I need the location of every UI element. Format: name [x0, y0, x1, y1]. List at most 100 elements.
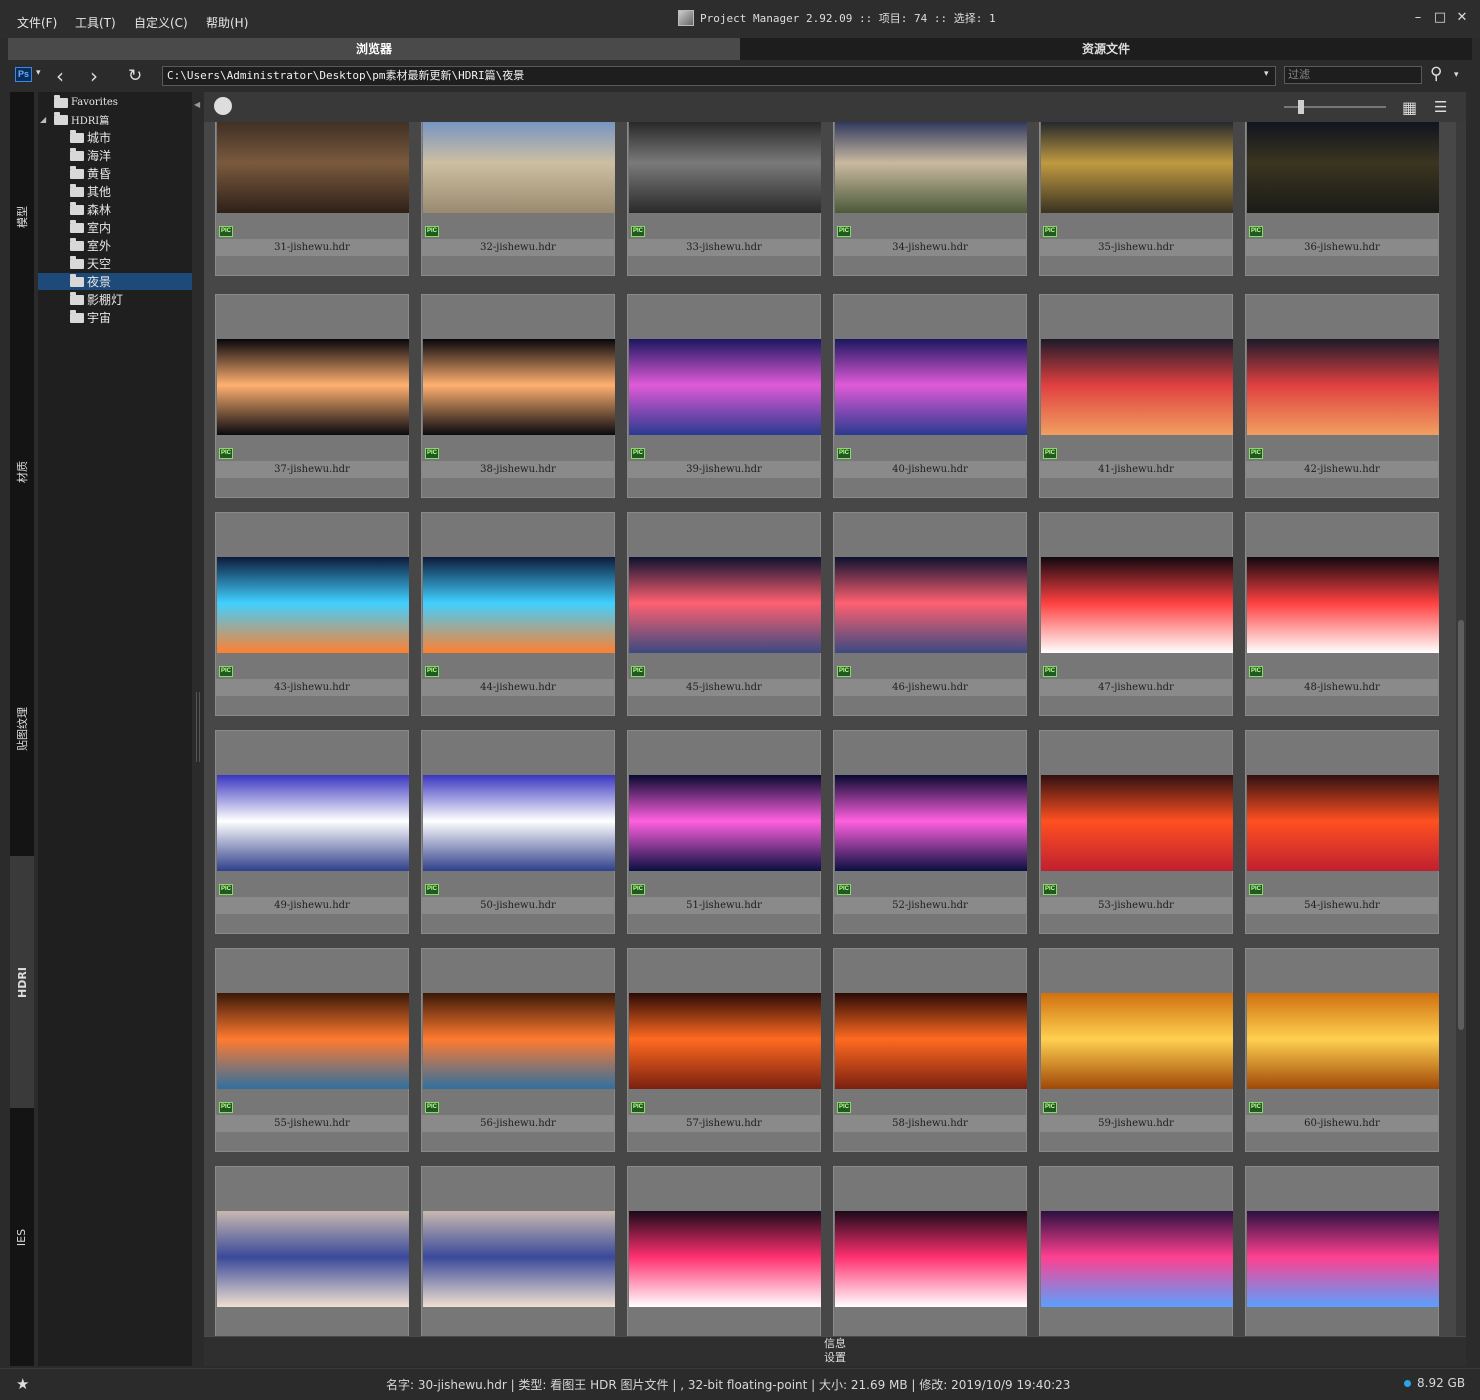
star-icon[interactable]: ★ — [16, 1375, 29, 1393]
thumbnail-card[interactable]: PIC 39-jishewu.hdr — [627, 294, 821, 498]
side-tab-textures[interactable]: 贴图纹理 — [10, 602, 34, 856]
refresh-icon[interactable]: ↻ — [128, 66, 142, 86]
menu-customize[interactable]: 自定义(C) — [134, 14, 188, 31]
thumbnail-card[interactable]: PIC 43-jishewu.hdr — [215, 512, 409, 716]
thumbnail-card[interactable]: PIC 55-jishewu.hdr — [215, 948, 409, 1152]
grid-view-icon[interactable]: ▦ — [1402, 98, 1417, 117]
hdri-thumbnail[interactable] — [423, 339, 615, 435]
thumbnail-card[interactable]: PIC 40-jishewu.hdr — [833, 294, 1027, 498]
hdri-thumbnail[interactable] — [217, 993, 409, 1089]
thumbnail-card[interactable]: PIC 47-jishewu.hdr — [1039, 512, 1233, 716]
scrollbar-thumb[interactable] — [1458, 620, 1464, 1030]
thumbnail-card[interactable]: PIC 59-jishewu.hdr — [1039, 948, 1233, 1152]
thumbnail-card[interactable]: PIC 58-jishewu.hdr — [833, 948, 1027, 1152]
add-item-icon[interactable] — [214, 97, 232, 115]
maximize-icon[interactable]: □ — [1432, 10, 1448, 25]
thumbnail-card[interactable]: PIC 45-jishewu.hdr — [627, 512, 821, 716]
thumbnail-card[interactable]: PIC 33-jishewu.hdr — [627, 122, 821, 276]
tree-folder[interactable]: 城市 — [38, 129, 192, 146]
thumbnail-card[interactable] — [215, 1166, 409, 1336]
path-dropdown-icon[interactable]: ▾ — [1264, 69, 1269, 79]
side-tab-models[interactable]: 模型 — [10, 92, 34, 342]
hdri-thumbnail[interactable] — [1247, 775, 1439, 871]
tree-favorites[interactable]: Favorites — [38, 94, 192, 111]
hdri-thumbnail[interactable] — [629, 775, 821, 871]
grid-scrollbar[interactable] — [1456, 122, 1466, 1336]
side-tab-hdri[interactable]: HDRI — [10, 856, 34, 1108]
thumbnail-card[interactable]: PIC 50-jishewu.hdr — [421, 730, 615, 934]
tree-folder[interactable]: 天空 — [38, 255, 192, 272]
hdri-thumbnail[interactable] — [423, 1211, 615, 1307]
thumbnail-card[interactable]: PIC 38-jishewu.hdr — [421, 294, 615, 498]
hdri-thumbnail[interactable] — [835, 122, 1027, 213]
thumbnail-card[interactable]: PIC 48-jishewu.hdr — [1245, 512, 1439, 716]
search-icon[interactable]: ⚲ — [1430, 64, 1442, 84]
thumbnail-card[interactable]: PIC 32-jishewu.hdr — [421, 122, 615, 276]
thumbnail-card[interactable]: PIC 37-jishewu.hdr — [215, 294, 409, 498]
thumbnail-card[interactable]: PIC 41-jishewu.hdr — [1039, 294, 1233, 498]
thumbnail-card[interactable] — [1039, 1166, 1233, 1336]
thumbnail-card[interactable]: PIC 36-jishewu.hdr — [1245, 122, 1439, 276]
thumbnail-card[interactable]: PIC 42-jishewu.hdr — [1245, 294, 1439, 498]
hdri-thumbnail[interactable] — [217, 122, 409, 213]
tree-folder[interactable]: 森林 — [38, 201, 192, 218]
hdri-thumbnail[interactable] — [423, 993, 615, 1089]
photoshop-icon[interactable]: Ps — [15, 67, 32, 82]
expand-icon[interactable]: ◢ — [40, 115, 54, 124]
thumbnail-card[interactable] — [1245, 1166, 1439, 1336]
back-arrow-icon[interactable]: ‹ — [56, 64, 64, 88]
hdri-thumbnail[interactable] — [423, 557, 615, 653]
side-tab-materials[interactable]: 材质 — [10, 342, 34, 602]
hdri-thumbnail[interactable] — [835, 557, 1027, 653]
hdri-thumbnail[interactable] — [1247, 122, 1439, 213]
hdri-thumbnail[interactable] — [1247, 557, 1439, 653]
thumbnail-card[interactable]: PIC 53-jishewu.hdr — [1039, 730, 1233, 934]
hdri-thumbnail[interactable] — [835, 993, 1027, 1089]
hdri-thumbnail[interactable] — [217, 557, 409, 653]
hdri-thumbnail[interactable] — [1041, 775, 1233, 871]
hdri-thumbnail[interactable] — [1041, 993, 1233, 1089]
hdri-thumbnail[interactable] — [217, 1211, 409, 1307]
thumbnail-card[interactable]: PIC 51-jishewu.hdr — [627, 730, 821, 934]
thumbnail-card[interactable]: PIC 35-jishewu.hdr — [1039, 122, 1233, 276]
sort-icon[interactable]: ☰ — [1434, 98, 1447, 116]
thumbnail-card[interactable] — [627, 1166, 821, 1336]
hdri-thumbnail[interactable] — [629, 557, 821, 653]
thumbnail-card[interactable]: PIC 49-jishewu.hdr — [215, 730, 409, 934]
hdri-thumbnail[interactable] — [1041, 339, 1233, 435]
forward-arrow-icon[interactable]: › — [90, 64, 98, 88]
thumbnail-card[interactable]: PIC 46-jishewu.hdr — [833, 512, 1027, 716]
tree-folder[interactable]: 宇宙 — [38, 309, 192, 326]
minimize-icon[interactable]: – — [1410, 10, 1426, 25]
hdri-thumbnail[interactable] — [1041, 557, 1233, 653]
hdri-thumbnail[interactable] — [217, 775, 409, 871]
info-panel-toggle[interactable]: 信息 — [204, 1337, 1466, 1351]
hdri-thumbnail[interactable] — [835, 775, 1027, 871]
menu-help[interactable]: 帮助(H) — [206, 14, 248, 31]
tab-assets[interactable]: 资源文件 — [740, 38, 1472, 60]
tab-browser[interactable]: 浏览器 — [8, 38, 740, 60]
filter-input[interactable]: 过滤 — [1284, 66, 1422, 84]
hdri-thumbnail[interactable] — [1041, 122, 1233, 213]
hdri-thumbnail[interactable] — [835, 339, 1027, 435]
menu-tools[interactable]: 工具(T) — [75, 14, 116, 31]
hdri-thumbnail[interactable] — [629, 1211, 821, 1307]
tree-folder[interactable]: 影棚灯 — [38, 291, 192, 308]
settings-panel-toggle[interactable]: 设置 — [204, 1351, 1466, 1365]
close-icon[interactable]: ✕ — [1454, 10, 1470, 25]
menu-file[interactable]: 文件(F) — [17, 14, 57, 31]
slider-handle[interactable] — [1298, 100, 1304, 114]
hdri-thumbnail[interactable] — [835, 1211, 1027, 1307]
thumbnail-card[interactable]: PIC 52-jishewu.hdr — [833, 730, 1027, 934]
thumbnail-card[interactable] — [833, 1166, 1027, 1336]
thumbnail-card[interactable]: PIC 60-jishewu.hdr — [1245, 948, 1439, 1152]
hdri-thumbnail[interactable] — [629, 122, 821, 213]
thumbnail-card[interactable]: PIC 31-jishewu.hdr — [215, 122, 409, 276]
hdri-thumbnail[interactable] — [1247, 1211, 1439, 1307]
thumbnail-card[interactable]: PIC 56-jishewu.hdr — [421, 948, 615, 1152]
hdri-thumbnail[interactable] — [423, 775, 615, 871]
hdri-thumbnail[interactable] — [217, 339, 409, 435]
tree-folder[interactable]: 黄昏 — [38, 165, 192, 182]
tree-folder[interactable]: 海洋 — [38, 147, 192, 164]
thumbnail-card[interactable] — [421, 1166, 615, 1336]
